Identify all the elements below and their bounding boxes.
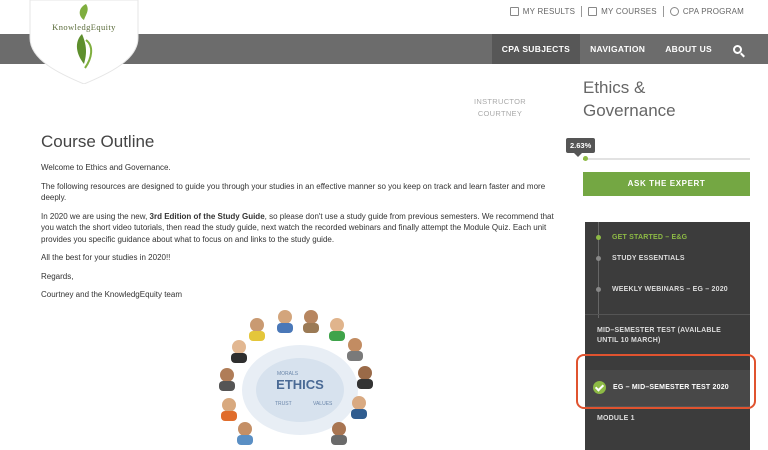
my-results-link[interactable]: MY RESULTS: [504, 7, 581, 16]
section-header-line1: MID–SEMESTER TEST (AVAILABLE: [597, 327, 721, 334]
search-icon: [732, 44, 742, 54]
para2-pre: In 2020 we are using the new,: [41, 211, 150, 221]
my-results-label: MY RESULTS: [522, 7, 576, 16]
cpa-icon: [669, 7, 679, 16]
cpa-program-label: CPA PROGRAM: [682, 7, 744, 16]
progress-badge: 2.63%: [566, 138, 596, 157]
svg-text:VALUES: VALUES: [313, 401, 333, 407]
courses-icon: [588, 7, 598, 16]
course-menu: GET STARTED – E&G STUDY ESSENTIALS WEEKL…: [585, 222, 750, 450]
my-courses-label: MY COURSES: [601, 7, 657, 16]
instructor-name: COURTNEY: [477, 109, 523, 118]
para2-bold: 3rd Edition of the Study Guide: [149, 211, 265, 221]
menu-item-module-1[interactable]: MODULE 1: [585, 414, 750, 424]
menu-item-label: WEEKLY WEBINARS – EG – 2020: [612, 286, 728, 293]
results-icon: [509, 7, 519, 16]
page-title: Course Outline: [41, 132, 155, 151]
my-courses-link[interactable]: MY COURSES: [582, 7, 663, 16]
svg-text:TRUST: TRUST: [275, 401, 292, 407]
menu-item-label: STUDY ESSENTIALS: [612, 255, 685, 262]
sidebar-title-line1: Ethics &: [583, 78, 646, 97]
instructor-label: INSTRUCTOR COURTNEY: [460, 96, 540, 120]
sidebar-title-line2: Governance: [583, 101, 676, 120]
site-logo[interactable]: KnowledgEquity: [28, 0, 140, 84]
study-guide-paragraph: In 2020 we are using the new, 3rd Editio…: [41, 211, 561, 246]
progress-marker: [583, 156, 588, 161]
course-sidebar: Ethics & Governance: [583, 76, 753, 122]
instructor-title: INSTRUCTOR: [473, 97, 527, 106]
menu-item-label: GET STARTED – E&G: [612, 234, 688, 241]
logo-text: KnowledgEquity: [52, 22, 116, 32]
nav-about-us[interactable]: ABOUT US: [655, 34, 722, 64]
nav-items: CPA SUBJECTS NAVIGATION ABOUT US: [491, 34, 752, 64]
mid-semester-section-header[interactable]: MID–SEMESTER TEST (AVAILABLE UNTIL 10 MA…: [585, 326, 750, 346]
svg-text:MORALS: MORALS: [277, 371, 299, 377]
welcome-text: Welcome to Ethics and Governance.: [41, 163, 171, 172]
active-dot-icon: [596, 235, 601, 240]
ask-the-expert-button[interactable]: ASK THE EXPERT: [583, 172, 750, 196]
best-wishes-text: All the best for your studies in 2020!!: [41, 253, 171, 262]
ethics-wordcloud-text: ETHICS: [276, 377, 324, 392]
signoff-text: Courtney and the KnowledgEquity team: [41, 290, 182, 299]
cpa-program-link[interactable]: CPA PROGRAM: [664, 7, 750, 16]
search-button[interactable]: [722, 34, 752, 64]
dot-icon: [596, 256, 601, 261]
ethics-circle-image: ETHICS MORALS VALUES TRUST: [219, 310, 373, 445]
highlight-annotation: [576, 354, 756, 409]
regards-text: Regards,: [41, 271, 74, 281]
nav-navigation[interactable]: NAVIGATION: [580, 34, 655, 64]
intro-paragraph: The following resources are designed to …: [41, 181, 546, 203]
progress-bar: [583, 158, 750, 160]
menu-divider: [585, 314, 750, 315]
dot-icon: [596, 287, 601, 292]
section-header-line2: UNTIL 10 MARCH): [597, 337, 661, 344]
nav-cpa-subjects[interactable]: CPA SUBJECTS: [491, 34, 581, 64]
ethics-illustration: ETHICS MORALS VALUES TRUST: [205, 305, 390, 450]
top-links: MY RESULTS MY COURSES CPA PROGRAM: [504, 6, 750, 17]
logo-shield-icon: [29, 0, 139, 84]
course-outline: Course Outline Welcome to Ethics and Gov…: [41, 132, 561, 308]
